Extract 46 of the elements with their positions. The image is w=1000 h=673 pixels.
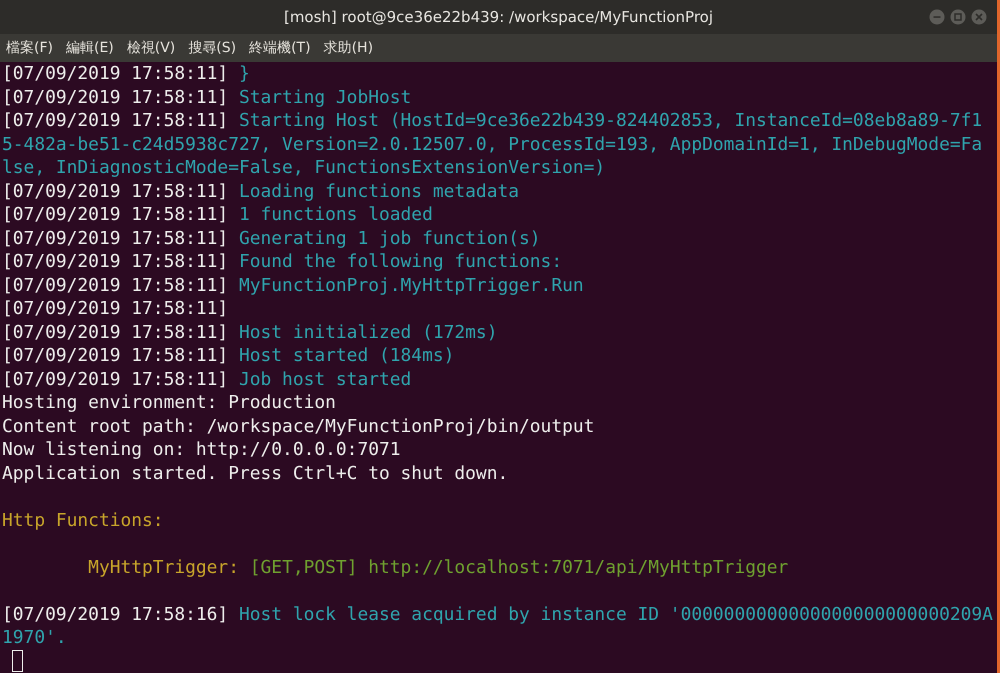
terminal-text: [07/09/2019 17:58:11] — [2, 228, 230, 248]
terminal-text: Generating 1 job function(s) — [238, 228, 541, 248]
terminal-text: [07/09/2019 17:58:11] — [2, 368, 230, 390]
terminal-text: Now listening on: http://0.0.0.0:7071 — [2, 439, 401, 460]
window-title: [mosh] root@9ce36e22b439: /workspace/MyFunctionProj — [284, 8, 714, 26]
maximize-icon[interactable] — [950, 9, 966, 25]
terminal-text: Host initialized (172ms) — [238, 322, 498, 342]
terminal-text: Job host started — [238, 368, 412, 390]
text-cursor — [12, 650, 23, 672]
menu-item[interactable]: 檢視(V) — [126, 39, 176, 57]
minimize-icon[interactable] — [929, 9, 945, 25]
terminal-text: [07/09/2019 17:58:11] — [2, 322, 230, 342]
terminal-text: [07/09/2019 17:58:11] — [2, 63, 230, 84]
terminal-text: Starting Host (HostId=9ce36e22b439-824402853, InstanceId=08eb8a89-7f1 — [238, 110, 982, 131]
terminal-text: Host lock lease acquired by instance ID '0000000000000000000000000209A — [238, 604, 993, 624]
terminal-text: [07/09/2019 17:58:11] — [2, 180, 230, 202]
terminal-text: Host started (184ms) — [238, 345, 454, 366]
terminal-text: 1970'. — [2, 627, 67, 648]
terminal-text: [07/09/2019 17:58:11] — [2, 298, 228, 319]
terminal-text: Loading functions metadata — [238, 180, 520, 202]
menu-item[interactable]: 求助(H) — [324, 39, 374, 57]
terminal-text: Hosting environment: Production — [2, 392, 336, 413]
menu-item[interactable]: 搜尋(S) — [188, 39, 236, 57]
close-icon[interactable] — [971, 9, 987, 25]
terminal-text: lse, InDiagnosticMode=False, FunctionsExtensionVersion=) — [2, 157, 606, 178]
terminal-text: Starting JobHost — [238, 86, 412, 108]
terminal-text: [GET,POST] http://localhost:7071/api/MyHttpTrigger — [250, 556, 788, 578]
terminal-text: } — [238, 63, 250, 84]
terminal-text: [07/09/2019 17:58:11] — [2, 251, 230, 272]
terminal-text: [07/09/2019 17:58:11] — [2, 86, 230, 108]
terminal-text: Application started. Press Ctrl+C to shut down. — [2, 462, 508, 484]
terminal-text: Http Functions: — [2, 510, 164, 530]
terminal-text: [07/09/2019 17:58:11] — [2, 274, 230, 296]
terminal-text: 5-482a-be51-c24d5938c727, Version=2.0.12507.0, ProcessId=193, AppDomainId=1, InDebugMode=Fa — [2, 134, 982, 154]
terminal-text: Content root path: /workspace/MyFunctionProj/bin/output — [2, 416, 594, 436]
menu-item[interactable]: 檔案(F) — [6, 39, 53, 57]
terminal-text: Found the following functions: — [238, 251, 562, 272]
menu-item[interactable]: 終端機(T) — [249, 39, 311, 57]
terminal-text: [07/09/2019 17:58:11] — [2, 110, 230, 131]
terminal-text: [07/09/2019 17:58:16] — [2, 604, 230, 624]
terminal-text: [07/09/2019 17:58:11] — [2, 345, 230, 366]
terminal-text: 1 functions loaded — [238, 204, 433, 225]
menu-item[interactable]: 編輯(E) — [66, 39, 114, 57]
terminal-text: [07/09/2019 17:58:11] — [2, 204, 230, 225]
terminal-text: MyFunctionProj.MyHttpTrigger.Run — [238, 274, 584, 296]
terminal-text: MyHttpTrigger: — [87, 556, 240, 578]
